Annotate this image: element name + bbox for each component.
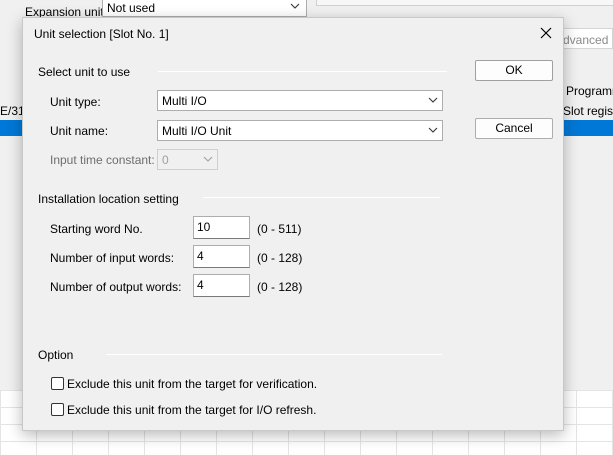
input-words-range: (0 - 128) bbox=[257, 251, 303, 265]
option-heading: Option bbox=[38, 348, 74, 362]
unit-selection-dialog: Unit selection [Slot No. 1] Select unit … bbox=[22, 17, 564, 431]
background-slot-register-text: Slot register bbox=[563, 104, 613, 118]
input-words-input[interactable]: 4 bbox=[193, 245, 250, 268]
select-unit-divider bbox=[158, 71, 447, 72]
dialog-title: Unit selection [Slot No. 1] bbox=[34, 27, 169, 41]
installation-divider bbox=[203, 197, 440, 198]
option-divider bbox=[106, 354, 442, 355]
starting-word-range: (0 - 511) bbox=[257, 222, 302, 236]
expansion-unit-value: Not used bbox=[107, 1, 156, 15]
output-words-label: Number of output words: bbox=[50, 280, 182, 294]
input-words-label: Number of input words: bbox=[50, 251, 175, 265]
exclude-verification-checkbox[interactable] bbox=[51, 377, 64, 390]
starting-word-input[interactable]: 10 bbox=[193, 216, 250, 239]
unit-type-label: Unit type: bbox=[50, 95, 101, 109]
background-selected-row-left[interactable] bbox=[0, 120, 22, 136]
background-programma-text: Programma... bbox=[566, 84, 613, 98]
output-words-input[interactable]: 4 bbox=[193, 274, 250, 297]
close-icon bbox=[540, 27, 552, 39]
chevron-down-icon bbox=[428, 127, 438, 133]
chevron-down-icon bbox=[290, 3, 300, 9]
unit-name-select[interactable]: Multi I/O Unit bbox=[157, 120, 443, 141]
exclude-verification-option[interactable]: Exclude this unit from the target for ve… bbox=[51, 376, 331, 392]
unit-name-value: Multi I/O Unit bbox=[162, 124, 232, 138]
unit-type-select[interactable]: Multi I/O bbox=[157, 90, 443, 111]
installation-heading: Installation location setting bbox=[38, 192, 179, 206]
background-selected-row-right[interactable] bbox=[563, 120, 613, 136]
close-button[interactable] bbox=[535, 23, 557, 43]
input-time-constant-value: 0 bbox=[162, 153, 169, 167]
cancel-button[interactable]: Cancel bbox=[475, 118, 553, 139]
exclude-io-refresh-option[interactable]: Exclude this unit from the target for I/… bbox=[51, 402, 331, 418]
unit-name-label: Unit name: bbox=[50, 124, 109, 138]
input-time-constant-select[interactable]: 0 bbox=[157, 149, 218, 170]
exclude-io-refresh-checkbox[interactable] bbox=[51, 403, 64, 416]
starting-word-label: Starting word No. bbox=[50, 222, 143, 236]
select-unit-heading: Select unit to use bbox=[38, 65, 131, 79]
background-left-text: E/31E bbox=[0, 104, 22, 118]
input-time-constant-label: Input time constant: bbox=[50, 153, 155, 167]
ok-button[interactable]: OK bbox=[475, 60, 553, 81]
output-words-range: (0 - 128) bbox=[257, 280, 303, 294]
expansion-unit-select[interactable]: Not used bbox=[102, 0, 307, 17]
chevron-down-icon bbox=[428, 97, 438, 103]
unit-type-value: Multi I/O bbox=[162, 94, 207, 108]
chevron-down-icon bbox=[203, 156, 213, 162]
background-right-panel bbox=[316, 0, 613, 6]
exclude-io-refresh-label: Exclude this unit from the target for I/… bbox=[67, 403, 317, 417]
exclude-verification-label: Exclude this unit from the target for ve… bbox=[67, 377, 318, 391]
